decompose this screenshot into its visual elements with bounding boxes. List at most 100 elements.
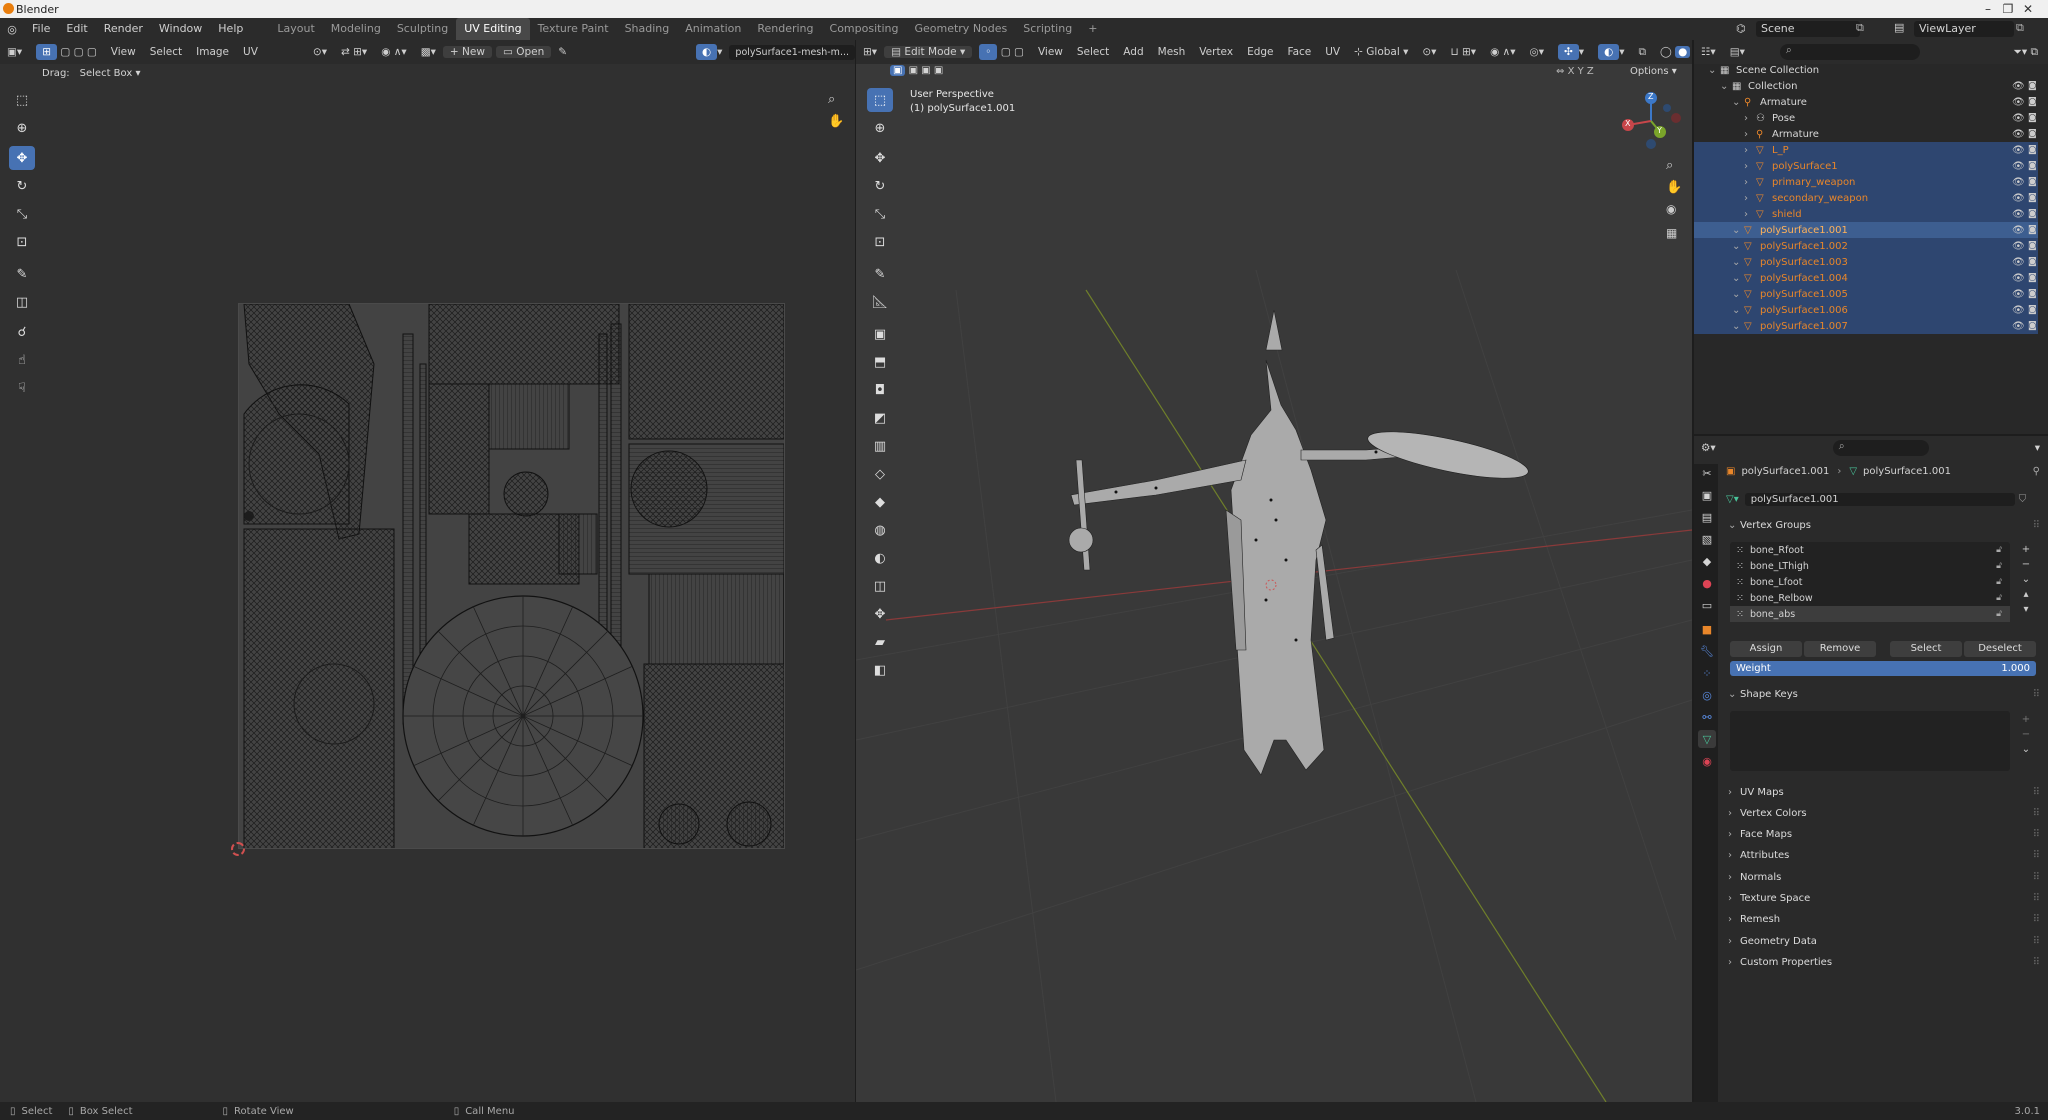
render-camera-icon[interactable]: ◙: [2028, 161, 2037, 171]
lock-icon[interactable]: 🔓︎: [1996, 545, 2002, 555]
select-box-tool-icon[interactable]: ⬚: [9, 88, 35, 112]
panel-normals[interactable]: › Normals ⠿: [1726, 867, 2040, 887]
view-layer-icon[interactable]: ▤: [1894, 21, 1904, 34]
tab-animation[interactable]: Animation: [677, 18, 749, 40]
visibility-eye-icon[interactable]: 👁︎: [2012, 209, 2025, 220]
uv-menu-image[interactable]: Image: [189, 46, 236, 58]
outliner-row[interactable]: ⌄ ▽ polySurface1.001 👁︎ ◙: [1694, 222, 2038, 238]
visibility-eye-icon[interactable]: 👁︎: [2012, 113, 2025, 124]
object-tab-icon[interactable]: ■: [1698, 620, 1716, 638]
outliner-row[interactable]: ⌄ ▦ Collection 👁︎ ◙: [1694, 78, 2038, 94]
extrude-tool-icon[interactable]: ⬒: [867, 350, 893, 374]
mesh-data-tab-icon[interactable]: ▽: [1698, 730, 1716, 748]
visibility-eye-icon[interactable]: 👁︎: [2012, 97, 2025, 108]
mirror-axis-buttons[interactable]: ⇔ X Y Z: [1556, 66, 1594, 77]
vp-measure-tool-icon[interactable]: 📐︎: [867, 290, 893, 314]
expand-arrow-icon[interactable]: ⌄: [1732, 321, 1740, 332]
lock-icon[interactable]: 🔓︎: [1996, 561, 2002, 571]
remove-vertex-group-button[interactable]: −: [2016, 557, 2036, 572]
vp-rotate-tool-icon[interactable]: ↻: [867, 174, 893, 198]
blender-menu-icon[interactable]: ◎: [0, 23, 24, 36]
grab-tool-icon[interactable]: ☌: [9, 320, 35, 344]
menu-file[interactable]: File: [24, 18, 58, 40]
image-name-field[interactable]: polySurface1-mesh-m...: [729, 44, 855, 60]
tab-texture-paint[interactable]: Texture Paint: [530, 18, 617, 40]
expand-arrow-icon[interactable]: ›: [1744, 193, 1748, 204]
overlay-icon[interactable]: ◐ ▾: [689, 44, 729, 60]
tab-shading[interactable]: Shading: [617, 18, 678, 40]
move-down-icon[interactable]: ▾: [2016, 602, 2036, 617]
visibility-eye-icon[interactable]: 👁︎: [2012, 81, 2025, 92]
outliner-row[interactable]: ⌄ ▽ polySurface1.005 👁︎ ◙: [1694, 286, 2038, 302]
uv-menu-select[interactable]: Select: [143, 46, 189, 58]
render-camera-icon[interactable]: ◙: [2028, 305, 2037, 315]
bevel-tool-icon[interactable]: ◩: [867, 406, 893, 430]
drag-select-dropdown[interactable]: Select Box ▾: [80, 68, 141, 79]
expand-arrow-icon[interactable]: ›: [1744, 145, 1748, 156]
open-image-button[interactable]: ▭ Open: [495, 46, 552, 58]
visibility-eye-icon[interactable]: 👁︎: [2012, 257, 2025, 268]
options-dropdown[interactable]: Options ▾: [1630, 66, 1677, 77]
drag-handle-icon[interactable]: ⠿: [2033, 957, 2040, 968]
assign-button[interactable]: Assign: [1730, 641, 1802, 657]
pivot-icon[interactable]: ⊙▾: [306, 46, 334, 58]
outliner-row[interactable]: › ▽ polySurface1 👁︎ ◙: [1694, 158, 2038, 174]
outliner-filter-icon[interactable]: ⏷▾ ⧉: [2013, 46, 2038, 59]
tab-uv-editing[interactable]: UV Editing: [456, 18, 530, 40]
scene-selector[interactable]: Scene: [1756, 21, 1860, 37]
render-camera-icon[interactable]: ◙: [2028, 177, 2037, 187]
move-tool-icon[interactable]: ✥: [9, 146, 35, 170]
panel-face-maps[interactable]: › Face Maps ⠿: [1726, 825, 2040, 845]
vertex-group-specials-icon[interactable]: ⌄: [2016, 572, 2036, 587]
expand-arrow-icon[interactable]: ⌄: [1732, 305, 1740, 316]
visibility-eye-icon[interactable]: 👁︎: [2012, 177, 2025, 188]
expand-arrow-icon[interactable]: ⌄: [1732, 273, 1740, 284]
uv-select-mode-icons[interactable]: ⊞ ▢ ▢ ▢: [29, 44, 104, 60]
visibility-eye-icon[interactable]: 👁︎: [2012, 289, 2025, 300]
visibility-eye-icon[interactable]: 👁︎: [2012, 241, 2025, 252]
pinch-tool-icon[interactable]: ☟: [9, 376, 35, 400]
outliner-row[interactable]: › ⚇ Pose 👁︎ ◙: [1694, 110, 2038, 126]
outliner-row[interactable]: ⌄ ▦ Scene Collection: [1694, 62, 2038, 78]
viewport-editor-type-icon[interactable]: ⊞▾: [856, 46, 884, 58]
uv-zoom-icon[interactable]: ⌕: [828, 92, 835, 107]
modifier-tab-icon[interactable]: 🔧︎: [1698, 642, 1716, 660]
mesh-browse-icon[interactable]: ▽▾: [1726, 494, 1739, 505]
pivot-point-icon[interactable]: ⊙▾: [1415, 46, 1443, 58]
expand-arrow-icon[interactable]: ⌄: [1732, 257, 1740, 268]
scene-icon[interactable]: ⌬: [1736, 22, 1746, 35]
uv-menu-view[interactable]: View: [104, 46, 143, 58]
render-camera-icon[interactable]: ◙: [2028, 129, 2037, 139]
outliner-row[interactable]: › ⚲ Armature 👁︎ ◙: [1694, 126, 2038, 142]
vp-camera-icon[interactable]: ◉: [1666, 202, 1676, 216]
shape-keys-panel-header[interactable]: ⌄ Shape Keys ⠿: [1726, 684, 2040, 704]
cursor-tool-icon[interactable]: ⊕: [9, 116, 35, 140]
orientation-dropdown[interactable]: ⊹ Global ▾: [1347, 46, 1415, 58]
tab-rendering[interactable]: Rendering: [749, 18, 821, 40]
uv-sync-icon[interactable]: ⇄ ⊞▾: [334, 46, 374, 58]
drag-handle-icon[interactable]: ⠿: [2033, 914, 2040, 925]
loop-cut-tool-icon[interactable]: ▥: [867, 434, 893, 458]
render-camera-icon[interactable]: ◙: [2028, 273, 2037, 283]
add-vertex-group-button[interactable]: +: [2016, 542, 2036, 557]
panel-custom-properties[interactable]: › Custom Properties ⠿: [1726, 952, 2040, 972]
pin-icon[interactable]: ✎: [551, 46, 574, 58]
tab-geometry-nodes[interactable]: Geometry Nodes: [906, 18, 1015, 40]
menu-help[interactable]: Help: [210, 18, 251, 40]
panel-texture-space[interactable]: › Texture Space ⠿: [1726, 889, 2040, 909]
vp-menu-vertex[interactable]: Vertex: [1192, 46, 1240, 58]
rotate-tool-icon[interactable]: ↻: [9, 174, 35, 198]
outliner-row[interactable]: › ▽ primary_weapon 👁︎ ◙: [1694, 174, 2038, 190]
expand-arrow-icon[interactable]: ⌄: [1708, 65, 1716, 76]
vp-menu-face[interactable]: Face: [1281, 46, 1319, 58]
output-tab-icon[interactable]: ▤: [1698, 508, 1716, 526]
vertex-group-row[interactable]: ⁙ bone_abs 🔓︎: [1730, 606, 2010, 622]
outliner-row[interactable]: ⌄ ▽ polySurface1.004 👁︎ ◙: [1694, 270, 2038, 286]
vp-menu-add[interactable]: Add: [1116, 46, 1150, 58]
vp-move-tool-icon[interactable]: ✥: [867, 146, 893, 170]
select-mode-icons[interactable]: ◦ ▢ ▢: [972, 44, 1031, 60]
image-browse-icon[interactable]: ▩▾: [414, 46, 443, 58]
outliner-row[interactable]: › ▽ L_P 👁︎ ◙: [1694, 142, 2038, 158]
drag-handle-icon[interactable]: ⠿: [2033, 850, 2040, 861]
render-camera-icon[interactable]: ◙: [2028, 289, 2037, 299]
